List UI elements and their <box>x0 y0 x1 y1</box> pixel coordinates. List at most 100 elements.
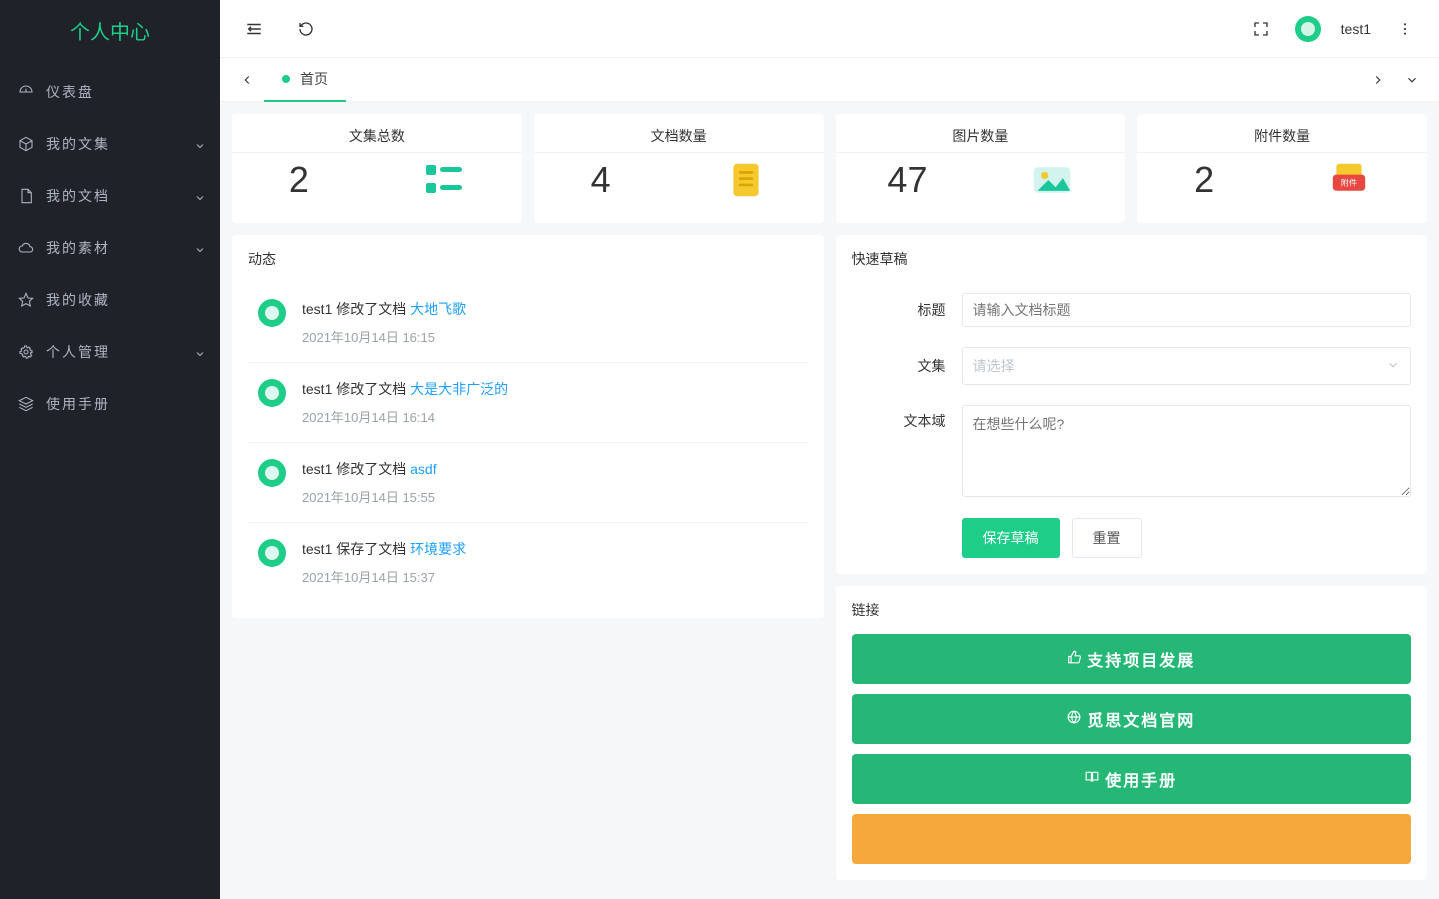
reload-icon[interactable] <box>292 15 320 43</box>
sidebar-item-label: 我的文集 <box>46 134 110 154</box>
activity-action: 保存了文档 <box>336 541 406 557</box>
chevron-down-icon <box>194 139 204 149</box>
tab-home[interactable]: 首页 <box>264 58 346 102</box>
tabs-scroll-left[interactable] <box>230 58 264 102</box>
activity-link[interactable]: 大是大非广泛的 <box>410 381 508 397</box>
activity-time: 2021年10月14日 15:55 <box>302 487 437 506</box>
draft-collection-select[interactable]: 请选择 <box>962 347 1412 385</box>
big-link[interactable]: 使用手册 <box>852 754 1412 804</box>
activity-link[interactable]: 环境要求 <box>410 541 466 557</box>
chevron-down-icon <box>194 347 204 357</box>
big-link[interactable] <box>852 814 1412 864</box>
sidebar-item-profile[interactable]: 个人管理 <box>0 326 220 378</box>
label-title: 标题 <box>852 300 962 320</box>
activity-user: test1 <box>302 381 332 397</box>
activity-item: test1 修改了文档 asdf 2021年10月14日 15:55 <box>248 443 808 523</box>
activity-action: 修改了文档 <box>336 301 406 317</box>
tab-active-dot-icon <box>282 75 290 83</box>
toggle-sidebar-icon[interactable] <box>240 15 268 43</box>
stat-title: 图片数量 <box>836 114 1126 152</box>
chevron-down-icon <box>194 243 204 253</box>
stat-value: 4 <box>591 159 611 201</box>
activity-link[interactable]: asdf <box>410 461 436 477</box>
activity-user: test1 <box>302 301 332 317</box>
cube-icon <box>16 134 36 154</box>
image-icon <box>1031 159 1073 201</box>
activity-time: 2021年10月14日 16:14 <box>302 407 508 426</box>
big-link-label: 觅思文档官网 <box>1087 707 1195 731</box>
stat-value: 2 <box>1194 159 1214 201</box>
activity-text: test1 修改了文档 asdf <box>302 459 437 479</box>
tabs-menu[interactable] <box>1395 58 1429 102</box>
panel-title: 快速草稿 <box>836 235 1428 283</box>
activity-text: test1 修改了文档 大是大非广泛的 <box>302 379 508 399</box>
stat-value: 47 <box>887 159 927 201</box>
activity-user: test1 <box>302 541 332 557</box>
stat-row: 文集总数 2 文档数量 4 图片数量 47 <box>232 114 1427 223</box>
avatar <box>258 459 286 487</box>
activity-user: test1 <box>302 461 332 477</box>
list-icon <box>423 159 465 201</box>
links-panel: 链接 支持项目发展觅思文档官网使用手册 <box>836 586 1428 880</box>
reset-button[interactable]: 重置 <box>1072 518 1142 558</box>
activity-time: 2021年10月14日 16:15 <box>302 327 466 346</box>
sidebar-menu: 仪表盘 我的文集 我的文档 我的素材 <box>0 60 220 430</box>
sidebar-item-label: 我的收藏 <box>46 290 110 310</box>
panel-title: 动态 <box>232 235 824 283</box>
tabs-scroll-right[interactable] <box>1361 58 1395 102</box>
stat-card-collections: 文集总数 2 <box>232 114 522 223</box>
content-area: 文集总数 2 文档数量 4 图片数量 47 <box>220 102 1439 899</box>
brand-title[interactable]: 个人中心 <box>0 0 220 60</box>
activity-link[interactable]: 大地飞歌 <box>410 301 466 317</box>
activity-time: 2021年10月14日 15:37 <box>302 567 466 586</box>
stat-card-documents: 文档数量 4 <box>534 114 824 223</box>
globe-icon <box>1067 710 1081 729</box>
activity-action: 修改了文档 <box>336 381 406 397</box>
sidebar-item-label: 我的素材 <box>46 238 110 258</box>
stat-title: 文集总数 <box>232 114 522 152</box>
label-collection: 文集 <box>852 356 962 376</box>
label-body: 文本域 <box>852 405 962 431</box>
tabs-bar: 首页 <box>220 58 1439 102</box>
big-link-label: 支持项目发展 <box>1087 647 1195 671</box>
fullscreen-icon[interactable] <box>1247 15 1275 43</box>
topbar: test1 <box>220 0 1439 58</box>
username[interactable]: test1 <box>1341 21 1371 37</box>
activity-text: test1 修改了文档 大地飞歌 <box>302 299 466 319</box>
sidebar-item-manual[interactable]: 使用手册 <box>0 378 220 430</box>
draft-body-textarea[interactable] <box>962 405 1412 497</box>
sidebar-item-collections[interactable]: 我的文集 <box>0 118 220 170</box>
stat-card-attachments: 附件数量 2 附件 <box>1137 114 1427 223</box>
document-icon <box>725 159 767 201</box>
activity-item: test1 保存了文档 环境要求 2021年10月14日 15:37 <box>248 523 808 602</box>
more-icon[interactable] <box>1391 15 1419 43</box>
sidebar-item-favorites[interactable]: 我的收藏 <box>0 274 220 326</box>
sidebar-item-label: 我的文档 <box>46 186 110 206</box>
layers-icon <box>16 394 36 414</box>
sidebar-item-assets[interactable]: 我的素材 <box>0 222 220 274</box>
attachment-icon: 附件 <box>1328 159 1370 201</box>
star-icon <box>16 290 36 310</box>
avatar <box>258 539 286 567</box>
dashboard-icon <box>16 82 36 102</box>
sidebar-item-label: 仪表盘 <box>46 82 94 102</box>
big-link-label: 使用手册 <box>1105 767 1177 791</box>
file-icon <box>16 186 36 206</box>
sidebar-item-label: 使用手册 <box>46 394 110 414</box>
sidebar-item-dashboard[interactable]: 仪表盘 <box>0 66 220 118</box>
sidebar-item-label: 个人管理 <box>46 342 110 362</box>
big-link[interactable]: 支持项目发展 <box>852 634 1412 684</box>
avatar[interactable] <box>1295 16 1321 42</box>
avatar <box>258 299 286 327</box>
save-draft-button[interactable]: 保存草稿 <box>962 518 1060 558</box>
thumb-icon <box>1067 650 1081 669</box>
sidebar-item-documents[interactable]: 我的文档 <box>0 170 220 222</box>
stat-card-images: 图片数量 47 <box>836 114 1126 223</box>
cloud-icon <box>16 238 36 258</box>
panel-title: 链接 <box>836 586 1428 634</box>
stat-value: 2 <box>289 159 309 201</box>
book-icon <box>1085 770 1099 789</box>
activity-panel: 动态 test1 修改了文档 大地飞歌 2021年10月14日 16:15 test… <box>232 235 824 618</box>
big-link[interactable]: 觅思文档官网 <box>852 694 1412 744</box>
draft-title-input[interactable] <box>962 293 1412 327</box>
